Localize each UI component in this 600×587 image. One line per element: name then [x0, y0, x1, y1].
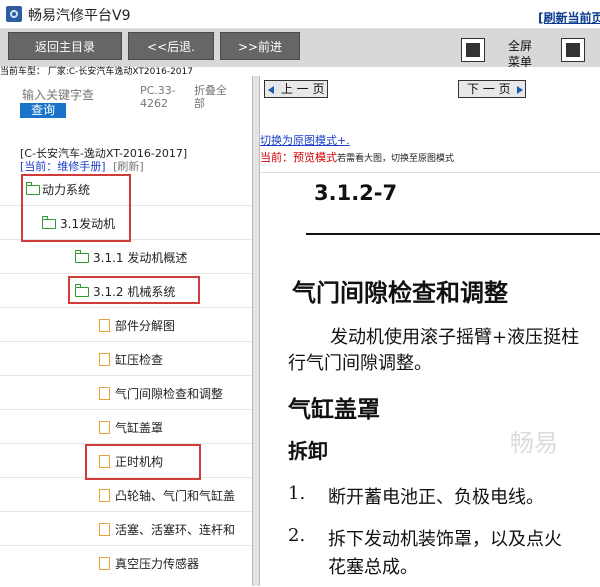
- collapse-all-line2: 部: [194, 97, 205, 110]
- mode-prefix: 当前：: [260, 151, 293, 164]
- tree-item-label: 气缸盖罩: [115, 421, 164, 435]
- forward-button[interactable]: >>前进: [220, 32, 300, 60]
- tree-item-cylinder-head-cover[interactable]: 气缸盖罩: [0, 410, 252, 444]
- tree-item-label: 气门间隙检查和调整: [115, 387, 224, 401]
- highlight-box-mechanical: [68, 276, 200, 304]
- split-view-icon: [566, 43, 580, 57]
- tree-item-label: 3.1.1 发动机概述: [93, 251, 188, 265]
- tree-item-valve-clearance[interactable]: 气门间隙检查和调整: [0, 376, 252, 410]
- tree-item-piston-rings[interactable]: 活塞、活塞环、连杆和: [0, 512, 252, 546]
- section-rule: [306, 233, 600, 235]
- watermark: 畅易: [510, 429, 558, 457]
- page-icon: [99, 557, 110, 570]
- fullscreen-label: 全屏: [507, 39, 532, 53]
- page-icon: [99, 319, 110, 332]
- next-page-label: 下 一 页: [467, 82, 511, 96]
- paragraph-line-2: 行气门间隙调整。: [288, 353, 432, 374]
- page-heading: 气门间隙检查和调整: [292, 279, 508, 307]
- paragraph-line-1: 发动机使用滚子摇臂+液压挺柱: [330, 327, 580, 348]
- collapse-all-line1: 折叠全: [194, 84, 227, 97]
- panel-splitter[interactable]: [252, 76, 260, 586]
- collapse-all-button[interactable]: 折叠全 部: [194, 84, 227, 110]
- section-number: 3.1.2-7: [314, 181, 398, 205]
- prev-page-label: 上 一 页: [280, 82, 325, 96]
- menu-label: 菜单: [507, 55, 532, 69]
- mode-status: 当前：预览模式若需看大图，切换至原图模式: [260, 149, 454, 165]
- folder-open-icon: [74, 250, 89, 263]
- window-title: 畅易汽修平台V9: [28, 8, 131, 24]
- fullscreen-icon: [466, 43, 480, 57]
- switch-original-mode-link[interactable]: 切换为原图模式+.: [260, 132, 350, 148]
- step-1-text: 断开蓄电池正、负极电线。: [328, 487, 544, 508]
- page-icon: [99, 387, 110, 400]
- page-icon: [99, 353, 110, 366]
- arrow-left-icon: [268, 85, 274, 94]
- title-bar: 畅易汽修平台V9: [0, 0, 600, 29]
- page-icon: [99, 523, 110, 536]
- page-icon: [99, 421, 110, 434]
- app-icon: [6, 6, 22, 22]
- part-code: PC.33- 4262: [140, 84, 176, 110]
- tree-item-label: 缸压检查: [115, 353, 164, 367]
- pager-bar: 上 一 页 下 一 页: [260, 76, 600, 106]
- step-1-number: 1.: [288, 483, 306, 504]
- mode-hint: 若需看大图，切换至原图模式: [337, 154, 455, 164]
- fullscreen-toggle-button[interactable]: [461, 38, 485, 62]
- refresh-current-page-link[interactable]: [刷新当前页: [538, 9, 600, 26]
- document-viewer: 3.1.2-7 气门间隙检查和调整 发动机使用滚子摇臂+液压挺柱 行气门间隙调整…: [260, 172, 600, 587]
- part-code-line2: 4262: [140, 97, 168, 110]
- subheading: 气缸盖罩: [288, 396, 380, 423]
- tree-item-label: 凸轮轴、气门和气缸盖: [115, 489, 236, 503]
- back-button[interactable]: <<后退.: [128, 32, 214, 60]
- arrow-right-icon: [517, 85, 524, 94]
- next-page-button[interactable]: 下 一 页: [458, 80, 526, 98]
- step-2-line-1: 拆下发动机装饰罩，以及点火: [328, 529, 562, 550]
- prev-page-button[interactable]: 上 一 页: [264, 80, 328, 98]
- toolbar: 返回主目录 <<后退. >>前进 全屏 菜单: [0, 29, 600, 69]
- page-icon: [99, 489, 110, 502]
- home-button[interactable]: 返回主目录: [8, 32, 122, 60]
- sub-subheading: 拆卸: [288, 439, 328, 463]
- tree-item-compression-check[interactable]: 缸压检查: [0, 342, 252, 376]
- tree-item-camshaft-valves[interactable]: 凸轮轴、气门和气缸盖: [0, 478, 252, 512]
- menu-toggle-button[interactable]: [561, 38, 585, 62]
- highlight-box-power-engine: [21, 174, 131, 242]
- highlight-box-timing: [85, 444, 201, 480]
- tree-item-exploded-view[interactable]: 部件分解图: [0, 308, 252, 342]
- step-2-number: 2.: [288, 525, 306, 546]
- tree-item-label: 真空压力传感器: [115, 557, 200, 571]
- tree-item-engine-overview[interactable]: 3.1.1 发动机概述: [0, 240, 252, 274]
- tree-item-vacuum-sensor[interactable]: 真空压力传感器: [0, 546, 252, 580]
- part-code-line1: PC.33-: [140, 84, 176, 97]
- search-input[interactable]: 输入关键字查: [22, 86, 94, 103]
- step-2-line-2: 花塞总成。: [328, 557, 418, 578]
- tree-item-label: 活塞、活塞环、连杆和: [115, 523, 236, 537]
- tree-item-label: 部件分解图: [115, 319, 176, 333]
- query-button[interactable]: 查询: [20, 103, 66, 118]
- mode-value: 预览模式: [293, 151, 337, 164]
